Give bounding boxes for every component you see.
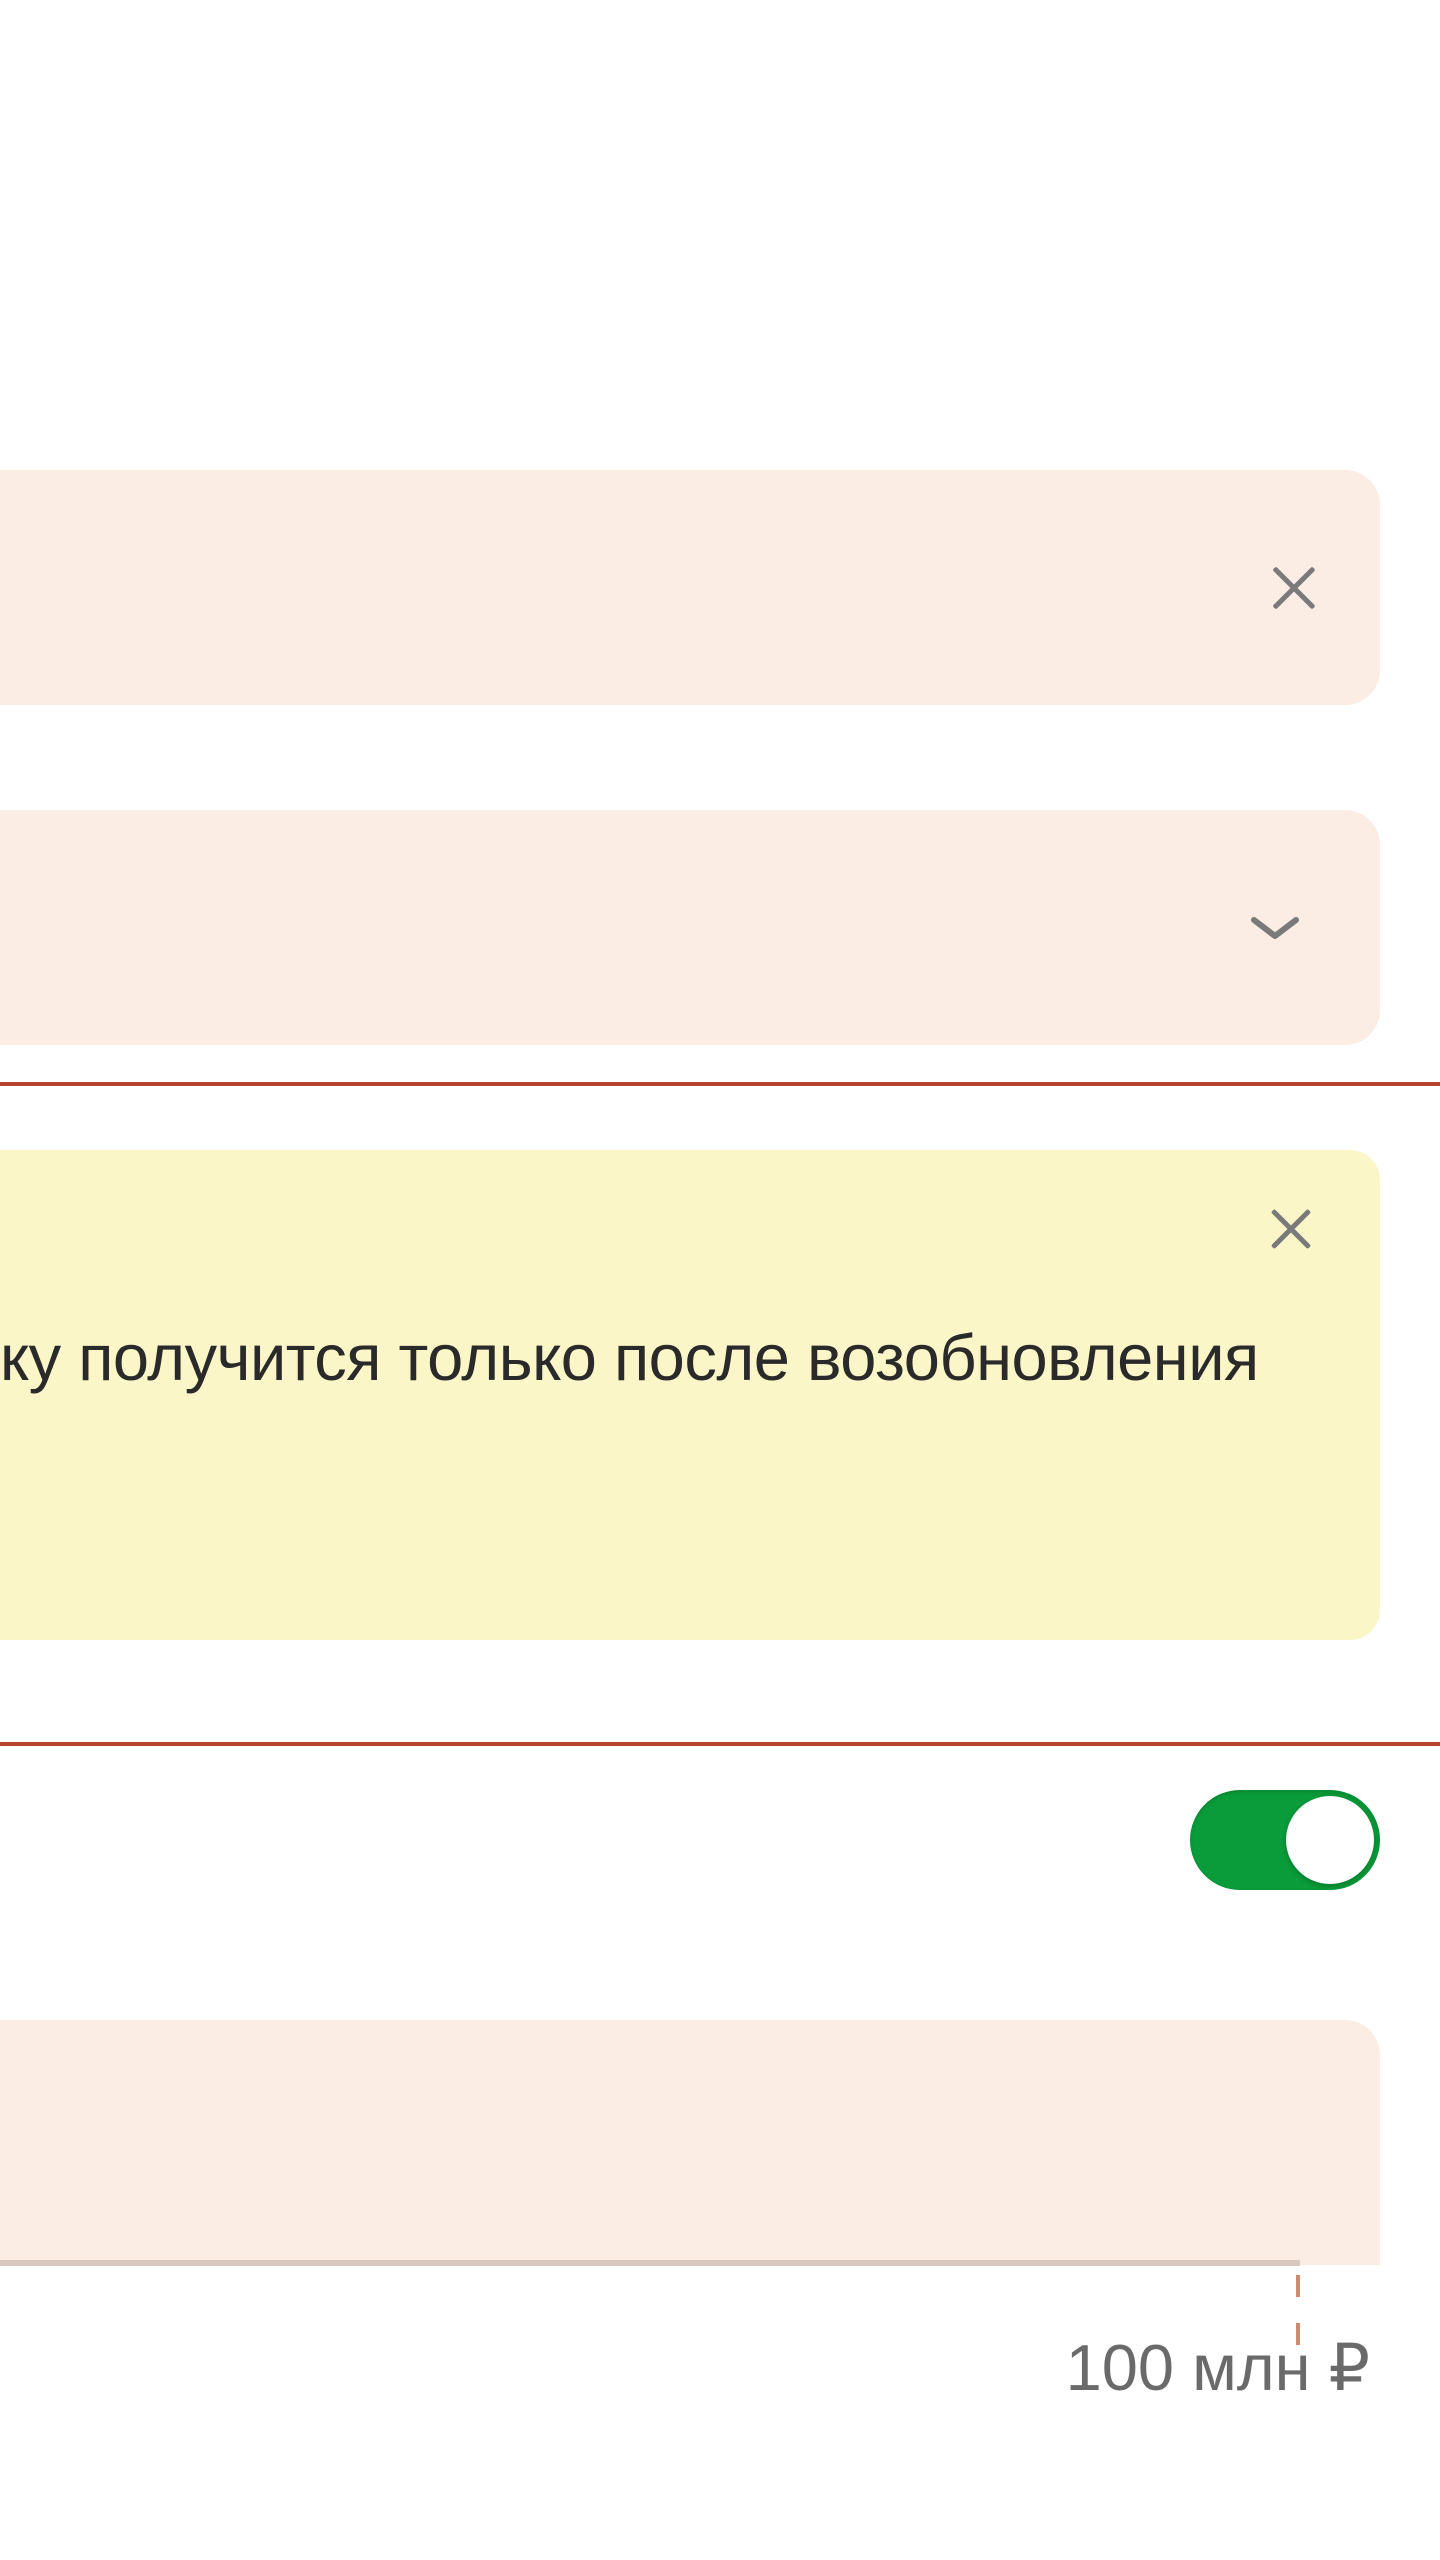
close-icon: [1270, 564, 1318, 612]
alert-close-button[interactable]: [1267, 1205, 1315, 1253]
alert-message: ку получится только после возобновления: [0, 1320, 1259, 1395]
divider: [0, 1742, 1440, 1746]
form-container: ку получится только после возобновления …: [0, 0, 1440, 2560]
slider-input-field[interactable]: [0, 2020, 1380, 2265]
close-icon: [1269, 1207, 1313, 1251]
divider: [0, 1082, 1440, 1086]
dropdown-field[interactable]: [0, 810, 1380, 1045]
toggle-switch[interactable]: [1190, 1790, 1380, 1890]
alert-notification: ку получится только после возобновления: [0, 1150, 1380, 1640]
chevron-down-icon: [1250, 914, 1300, 942]
clear-input-button[interactable]: [1268, 562, 1320, 614]
toggle-container: [1190, 1790, 1380, 1890]
slider-max-label: 100 млн ₽: [1066, 2330, 1370, 2406]
toggle-knob: [1286, 1796, 1374, 1884]
slider-tick-icon: [1296, 2275, 1300, 2297]
slider-track[interactable]: [0, 2260, 1300, 2266]
input-field[interactable]: [0, 470, 1380, 705]
